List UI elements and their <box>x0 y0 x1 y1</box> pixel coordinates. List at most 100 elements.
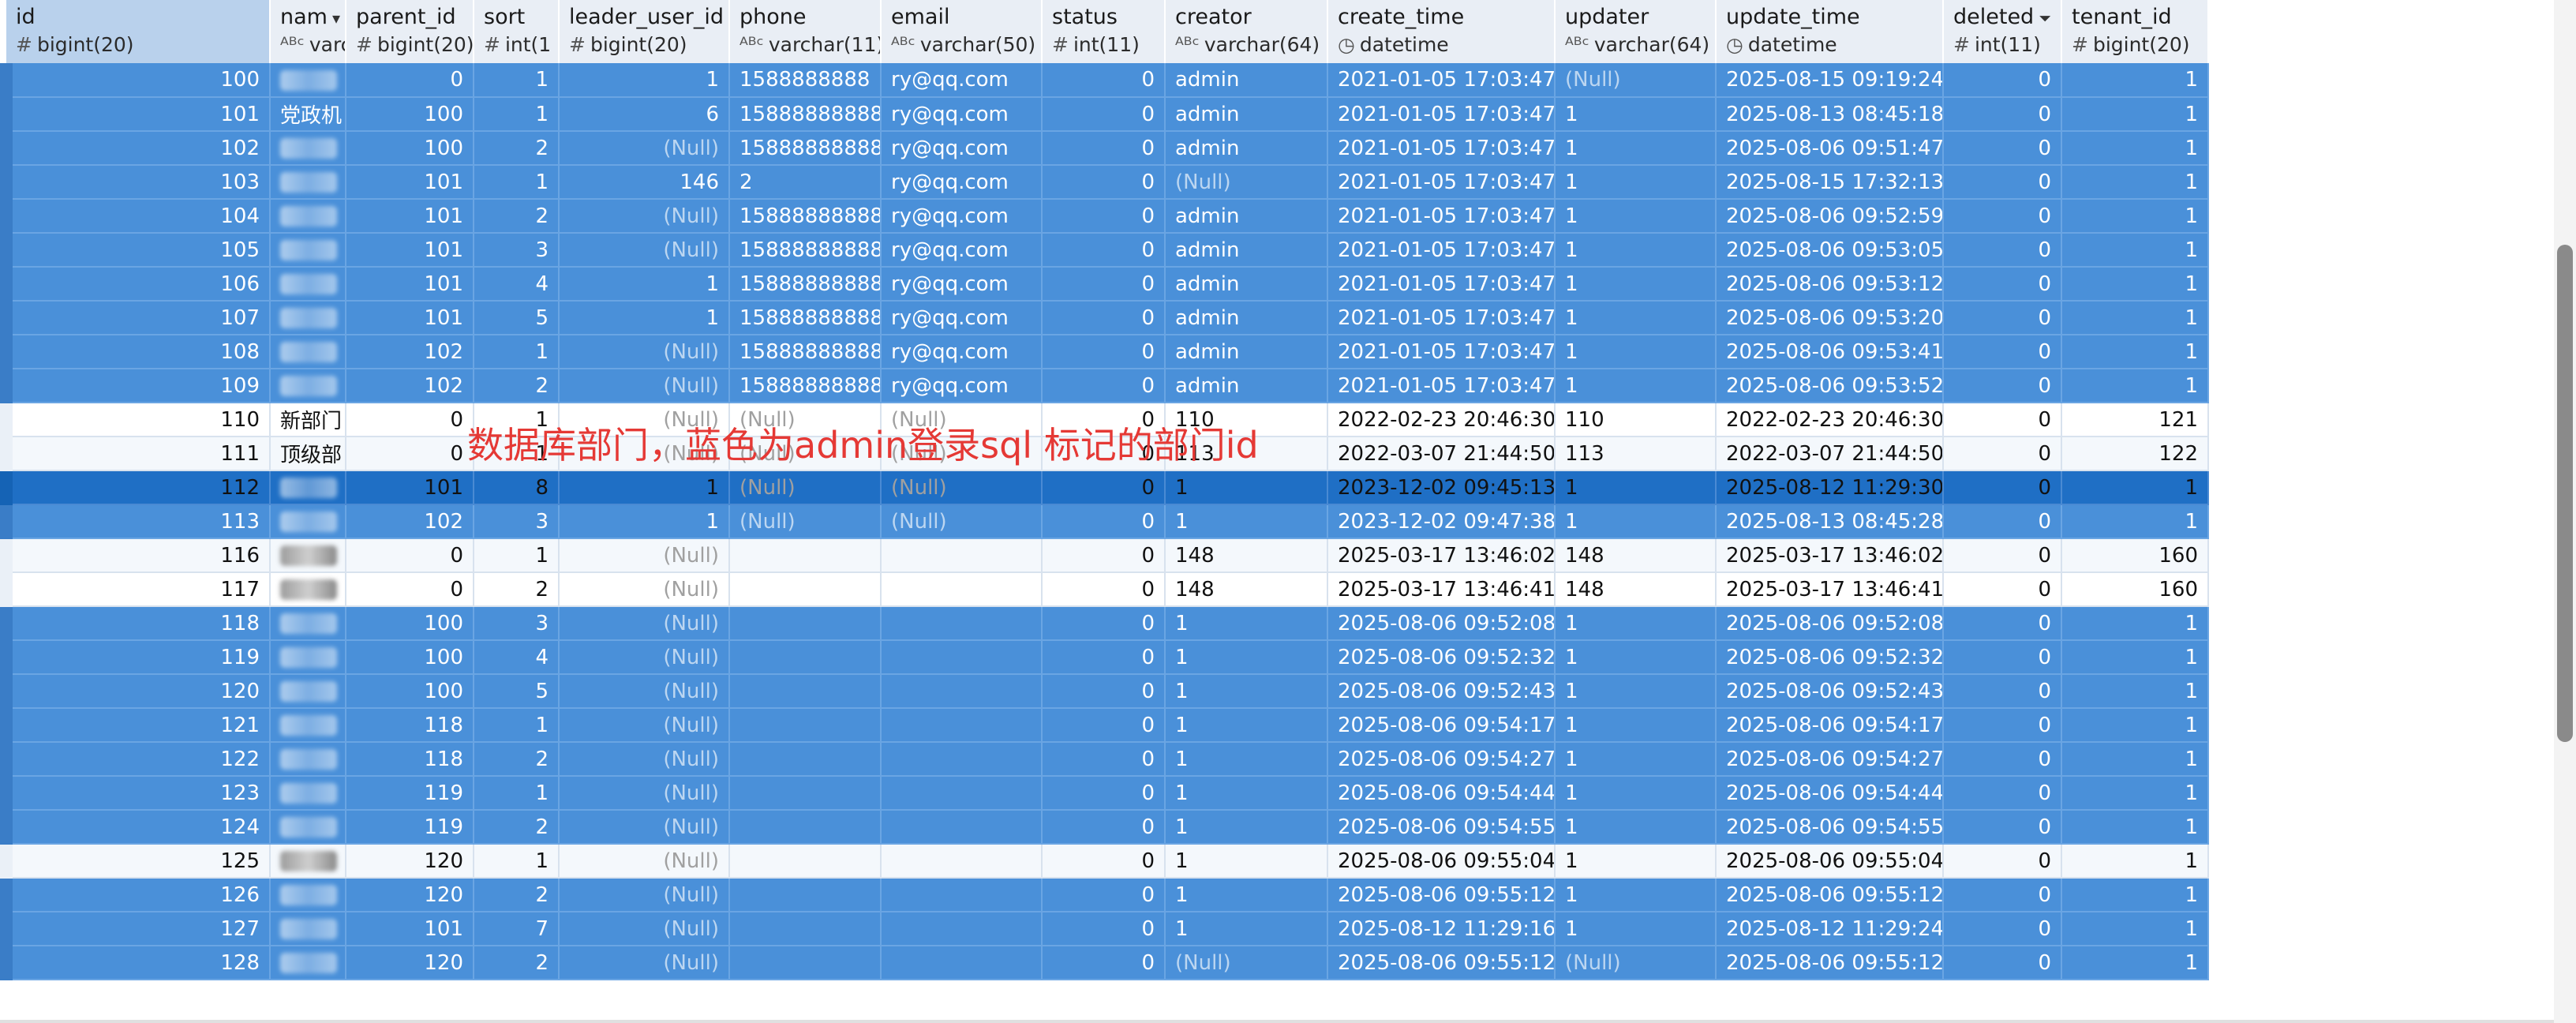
cell-create-time[interactable]: 2022-03-07 21:44:50 <box>1327 437 1556 471</box>
cell-creator[interactable]: admin <box>1165 267 1328 302</box>
cell-updater[interactable]: 1 <box>1555 606 1717 641</box>
table-row[interactable]: 119 100 4 (Null) 0 1 2025-08-06 09:52:32 1 2025-… <box>0 640 2209 675</box>
cell-deleted[interactable]: 0 <box>1943 742 2062 777</box>
cell-tenant-id[interactable]: 1 <box>2061 606 2209 641</box>
cell-parent-id[interactable]: 0 <box>346 63 474 98</box>
cell-updater[interactable]: (Null) <box>1555 63 1717 98</box>
cell-phone[interactable] <box>729 878 882 912</box>
cell-sort[interactable]: 2 <box>474 199 560 234</box>
cell-deleted[interactable]: 0 <box>1943 844 2062 879</box>
cell-deleted[interactable]: 0 <box>1943 97 2062 132</box>
cell-email[interactable] <box>881 572 1043 607</box>
cell-update-time[interactable]: 2025-08-06 09:52:59 <box>1716 199 1944 234</box>
cell-parent-id[interactable]: 119 <box>346 776 474 811</box>
cell-phone[interactable] <box>729 538 882 573</box>
cell-id[interactable]: 104 <box>0 199 271 234</box>
cell-deleted[interactable]: 0 <box>1943 878 2062 912</box>
cell-update-time[interactable]: 2025-03-17 13:46:02 <box>1716 538 1944 573</box>
cell-id[interactable]: 116 <box>0 538 271 573</box>
cell-id[interactable]: 105 <box>0 233 271 268</box>
cell-sort[interactable]: 8 <box>474 470 560 505</box>
cell-nam[interactable] <box>270 572 346 607</box>
cell-updater[interactable]: 1 <box>1555 844 1717 879</box>
cell-deleted[interactable]: 0 <box>1943 437 2062 471</box>
table-row[interactable]: 103 101 1 146 2 ry@qq.com 0 (Null) 2021-01-05 17… <box>0 165 2209 200</box>
cell-status[interactable]: 0 <box>1042 572 1166 607</box>
cell-nam[interactable] <box>270 912 346 946</box>
cell-sort[interactable]: 2 <box>474 131 560 166</box>
cell-id[interactable]: 120 <box>0 674 271 709</box>
column-header-deleted[interactable]: deleted ⏷ # int(11) <box>1943 0 2062 63</box>
cell-tenant-id[interactable]: 1 <box>2061 708 2209 743</box>
cell-status[interactable]: 0 <box>1042 946 1166 980</box>
cell-tenant-id[interactable]: 1 <box>2061 267 2209 302</box>
cell-create-time[interactable]: 2025-03-17 13:46:41 <box>1327 572 1556 607</box>
cell-updater[interactable]: 1 <box>1555 97 1717 132</box>
table-row[interactable]: 116 0 1 (Null) 0 148 2025-03-17 13:46:02 148 202… <box>0 538 2209 573</box>
cell-leader-user-id[interactable]: (Null) <box>559 131 730 166</box>
cell-deleted[interactable]: 0 <box>1943 369 2062 403</box>
table-row[interactable]: 127 101 7 (Null) 0 1 2025-08-12 11:29:16 1 2025-… <box>0 912 2209 946</box>
cell-update-time[interactable]: 2025-08-06 09:51:47 <box>1716 131 1944 166</box>
cell-id[interactable]: 112 <box>0 470 271 505</box>
cell-id[interactable]: 123 <box>0 776 271 811</box>
cell-deleted[interactable]: 0 <box>1943 912 2062 946</box>
cell-id[interactable]: 122 <box>0 742 271 777</box>
cell-sort[interactable]: 2 <box>474 878 560 912</box>
cell-phone[interactable]: 15888888888 <box>729 199 882 234</box>
cell-update-time[interactable]: 2025-08-15 17:32:13 <box>1716 165 1944 200</box>
cell-nam[interactable] <box>270 301 346 335</box>
cell-phone[interactable]: 15888888888 <box>729 131 882 166</box>
cell-leader-user-id[interactable]: (Null) <box>559 810 730 845</box>
cell-creator[interactable]: admin <box>1165 335 1328 369</box>
table-row[interactable]: 125 120 1 (Null) 0 1 2025-08-06 09:55:04 1 2025-… <box>0 844 2209 879</box>
cell-phone[interactable]: 15888888888 <box>729 97 882 132</box>
cell-tenant-id[interactable]: 1 <box>2061 640 2209 675</box>
cell-nam[interactable] <box>270 674 346 709</box>
cell-updater[interactable]: 1 <box>1555 810 1717 845</box>
cell-nam[interactable] <box>270 165 346 200</box>
cell-updater[interactable]: 110 <box>1555 403 1717 437</box>
cell-email[interactable]: ry@qq.com <box>881 63 1043 98</box>
cell-parent-id[interactable]: 101 <box>346 199 474 234</box>
cell-phone[interactable]: (Null) <box>729 470 882 505</box>
cell-creator[interactable]: 1 <box>1165 606 1328 641</box>
cell-tenant-id[interactable]: 1 <box>2061 844 2209 879</box>
cell-parent-id[interactable]: 101 <box>346 267 474 302</box>
table-row[interactable]: 109 102 2 (Null) 15888888888 ry@qq.com 0 admin 2… <box>0 369 2209 403</box>
cell-updater[interactable]: 1 <box>1555 470 1717 505</box>
cell-sort[interactable]: 1 <box>474 844 560 879</box>
cell-create-time[interactable]: 2021-01-05 17:03:47 <box>1327 97 1556 132</box>
cell-status[interactable]: 0 <box>1042 742 1166 777</box>
cell-creator[interactable]: 1 <box>1165 878 1328 912</box>
cell-id[interactable]: 110 <box>0 403 271 437</box>
cell-parent-id[interactable]: 0 <box>346 437 474 471</box>
cell-creator[interactable]: 1 <box>1165 504 1328 539</box>
cell-creator[interactable]: 148 <box>1165 538 1328 573</box>
cell-nam[interactable] <box>270 199 346 234</box>
cell-creator[interactable]: 1 <box>1165 810 1328 845</box>
cell-leader-user-id[interactable]: (Null) <box>559 674 730 709</box>
cell-status[interactable]: 0 <box>1042 131 1166 166</box>
horizontal-scrollbar[interactable] <box>0 1020 2554 1023</box>
cell-id[interactable]: 113 <box>0 504 271 539</box>
cell-update-time[interactable]: 2025-08-06 09:53:12 <box>1716 267 1944 302</box>
cell-email[interactable]: ry@qq.com <box>881 301 1043 335</box>
cell-status[interactable]: 0 <box>1042 97 1166 132</box>
cell-deleted[interactable]: 0 <box>1943 131 2062 166</box>
cell-create-time[interactable]: 2021-01-05 17:03:47 <box>1327 63 1556 98</box>
cell-email[interactable] <box>881 776 1043 811</box>
cell-tenant-id[interactable]: 160 <box>2061 572 2209 607</box>
cell-tenant-id[interactable]: 1 <box>2061 470 2209 505</box>
cell-email[interactable]: ry@qq.com <box>881 335 1043 369</box>
cell-parent-id[interactable]: 101 <box>346 233 474 268</box>
cell-parent-id[interactable]: 100 <box>346 131 474 166</box>
cell-email[interactable] <box>881 912 1043 946</box>
cell-nam[interactable] <box>270 504 346 539</box>
cell-create-time[interactable]: 2021-01-05 17:03:47 <box>1327 233 1556 268</box>
cell-phone[interactable] <box>729 674 882 709</box>
cell-sort[interactable]: 4 <box>474 267 560 302</box>
column-header-email[interactable]: email ᴬᴮᶜ varchar(50) <box>881 0 1043 63</box>
cell-create-time[interactable]: 2025-08-06 09:55:04 <box>1327 844 1556 879</box>
cell-tenant-id[interactable]: 1 <box>2061 335 2209 369</box>
